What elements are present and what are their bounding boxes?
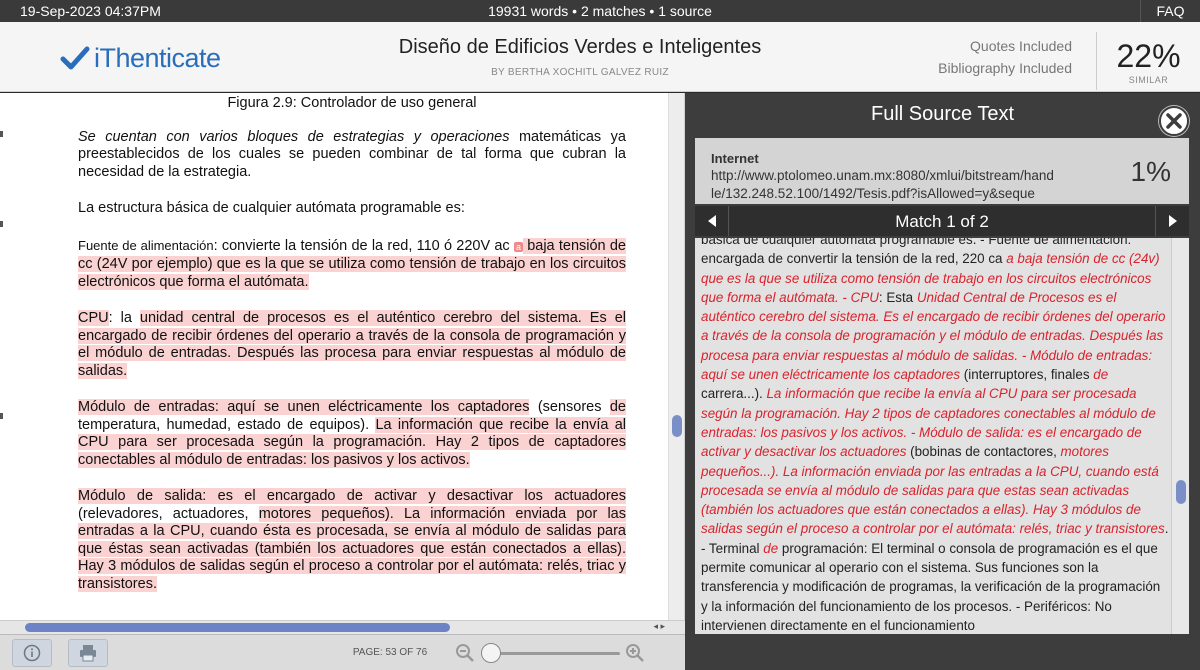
zoom-out-icon[interactable]	[455, 643, 475, 663]
margin-marks	[0, 93, 6, 620]
highlighted-match[interactable]: Módulo de salida: es el encargado de act…	[78, 488, 626, 504]
quotes-included-toggle[interactable]: Quotes Included	[970, 38, 1072, 54]
paragraph: Módulo de entradas: aquí se unen eléctri…	[78, 399, 627, 468]
paragraph: Módulo de salida: es el encargado de act…	[78, 488, 626, 592]
similarity-label: SIMILAR	[1128, 75, 1169, 85]
highlighted-match[interactable]: CPU	[78, 310, 109, 326]
panel-title: Full Source Text	[870, 103, 1015, 125]
paragraph: Se cuentan con varios bloques de estrate…	[78, 128, 626, 180]
source-url[interactable]: http://www.ptolomeo.unam.mx:8080/xmlui/b…	[711, 167, 1056, 203]
document-viewer[interactable]: Figura 2.9: Controlador de uso general S…	[0, 93, 685, 620]
source-text-area[interactable]: básica de cualquier autómata programable…	[695, 238, 1171, 634]
next-match-button[interactable]	[1155, 206, 1189, 236]
brand-name: iThenticate	[94, 42, 221, 73]
document-toolbar: PAGE: 53 OF 76	[0, 634, 685, 670]
zoom-slider-handle[interactable]	[481, 643, 501, 663]
zoom-in-icon[interactable]	[625, 643, 645, 663]
page-indicator: PAGE: 53 OF 76	[352, 647, 428, 658]
italic-text: Se cuentan con varios bloques de estrate…	[78, 128, 510, 145]
scroll-thumb[interactable]	[25, 623, 450, 632]
check-logo-icon	[60, 46, 90, 70]
ithenticate-logo: iThenticate	[60, 42, 221, 74]
paragraph: Fuente de alimentación: convierte la ten…	[78, 237, 626, 290]
bibliography-included-toggle[interactable]: Bibliography Included	[938, 60, 1072, 76]
similarity-percent: 22%	[1116, 38, 1181, 74]
source-text-body: básica de cualquier autómata programable…	[701, 238, 1169, 633]
source-vertical-scrollbar[interactable]	[1171, 238, 1189, 634]
match-counter: Match 1 of 2	[895, 212, 989, 231]
matched-text: de	[763, 540, 779, 556]
paragraph: La estructura básica de cualquier autóma…	[78, 200, 465, 216]
highlighted-match[interactable]: Módulo de entradas: aquí se unen eléctri…	[78, 399, 530, 415]
matched-text: de	[1093, 367, 1109, 383]
similarity-score[interactable]: 22% SIMILAR	[1096, 32, 1200, 90]
source-card[interactable]: Internet http://www.ptolomeo.unam.mx:808…	[695, 138, 1189, 204]
highlighted-match[interactable]: de	[609, 399, 626, 415]
zoom-slider-track[interactable]	[485, 652, 620, 655]
match-marker[interactable]: a	[513, 241, 523, 252]
document-text: Figura 2.9: Controlador de uso general S…	[78, 93, 627, 612]
print-button[interactable]	[68, 639, 108, 667]
close-button[interactable]	[1159, 106, 1189, 136]
scroll-arrows[interactable]: ◂ ▸	[653, 621, 665, 632]
document-vertical-scrollbar[interactable]	[668, 93, 684, 620]
scroll-thumb[interactable]	[1176, 480, 1186, 504]
close-icon	[1166, 113, 1182, 129]
scroll-thumb[interactable]	[672, 415, 682, 437]
source-percent: 1%	[1130, 156, 1171, 187]
app-window: 19-Sep-2023 04:37PM 19931 words • 2 matc…	[0, 0, 1200, 670]
figure-caption: Figura 2.9: Controlador de uso general	[227, 95, 477, 111]
print-icon	[80, 645, 96, 662]
report-header: iThenticate Diseño de Edificios Verdes e…	[0, 22, 1200, 92]
paragraph: CPU: la unidad central de procesos es el…	[78, 310, 626, 379]
document-author: BY BERTHA XOCHITL GALVEZ RUIZ	[491, 67, 669, 78]
faq-link[interactable]: FAQ	[1140, 0, 1200, 22]
source-type: Internet	[711, 151, 759, 166]
next-arrow-icon	[1168, 215, 1177, 227]
top-bar: 19-Sep-2023 04:37PM 19931 words • 2 matc…	[0, 0, 1200, 22]
full-source-panel: Full Source Text Internet http://www.pto…	[685, 93, 1200, 670]
info-button[interactable]	[12, 639, 52, 667]
report-summary: 19931 words • 2 matches • 1 source	[488, 3, 712, 19]
highlighted-match[interactable]: unidad central de procesos es el auténti…	[78, 310, 626, 379]
info-icon	[23, 644, 41, 662]
document-horizontal-scrollbar[interactable]: ◂ ▸	[0, 620, 685, 634]
document-title: Diseño de Edificios Verdes e Inteligente…	[398, 36, 762, 58]
match-navigator: Match 1 of 2	[695, 206, 1189, 236]
